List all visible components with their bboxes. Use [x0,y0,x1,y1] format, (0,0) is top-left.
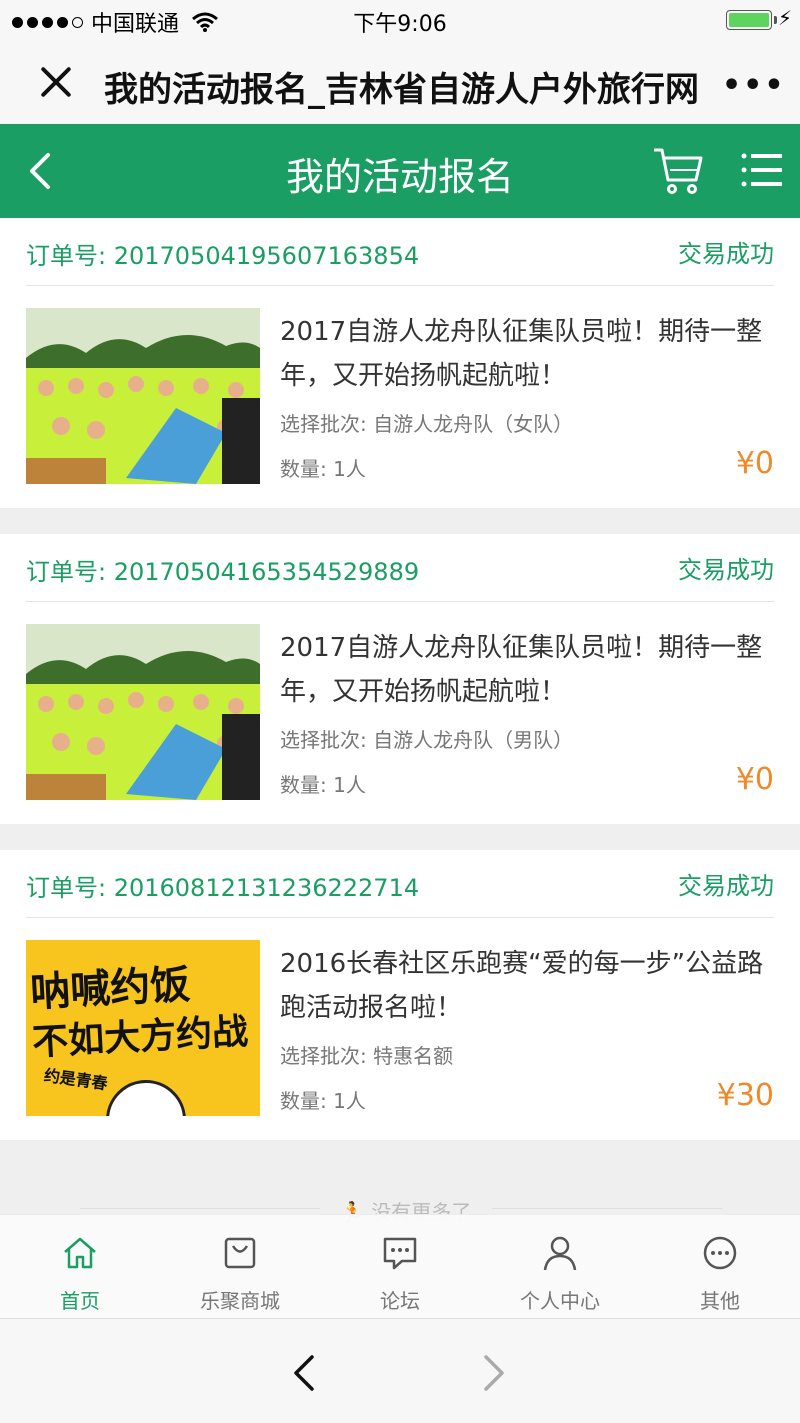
order-header: 订单号: 20170504165354529889 交易成功 [26,534,774,602]
app-header: 我的活动报名 [0,124,800,218]
tab-label: 个人中心 [520,1289,600,1313]
quantity-label: 数量: 1人 [280,773,366,797]
activity-title[interactable]: 2017自游人龙舟队征集队员啦！期待一整年，又开始扬帆起航啦！ [280,310,780,398]
order-number: 订单号: 20170504195607163854 [26,242,420,270]
status-bar: 中国联通 下午9:06 ⚡ [0,0,800,40]
charging-icon: ⚡ [778,6,793,30]
mascot-image [106,1080,186,1116]
cart-icon[interactable] [652,146,704,196]
tab-label: 乐聚商城 [200,1289,280,1313]
close-icon[interactable] [38,64,74,100]
quantity-label: 数量: 1人 [280,457,366,481]
tab-home[interactable]: 首页 [0,1215,160,1319]
order-status: 交易成功 [678,556,774,584]
order-number: 订单号: 20170504165354529889 [26,558,420,586]
order-card[interactable]: 订单号: 20170504195607163854 交易成功 2017自游人龙舟… [0,218,800,508]
activity-thumbnail[interactable] [26,624,260,800]
order-status: 交易成功 [678,240,774,268]
batch-label: 选择批次: 自游人龙舟队（女队） [280,412,574,436]
tab-profile[interactable]: 个人中心 [480,1215,640,1319]
browser-title-bar: 我的活动报名_吉林省自游人户外旅行网 ••• [0,40,800,124]
price: ¥0 [735,762,774,797]
poster-text-line3: 约是青春 [42,1065,109,1094]
shopping-bag-icon [224,1237,256,1269]
home-icon [64,1237,96,1269]
activity-thumbnail[interactable]: 呐喊约饭 不如大方约战 约是青春 [26,940,260,1116]
status-time: 下午9:06 [353,12,447,37]
activity-title[interactable]: 2016长春社区乐跑赛“爱的每一步”公益路跑活动报名啦！ [280,942,780,1030]
chat-icon [383,1237,417,1270]
order-header: 订单号: 20170504195607163854 交易成功 [26,218,774,286]
order-number: 订单号: 20160812131236222714 [26,874,420,902]
order-status: 交易成功 [678,872,774,900]
order-header: 订单号: 20160812131236222714 交易成功 [26,850,774,918]
batch-label: 选择批次: 特惠名额 [280,1044,454,1068]
quantity-label: 数量: 1人 [280,1089,366,1113]
user-icon [543,1236,577,1271]
more-options-icon[interactable]: ••• [722,68,786,103]
tab-label: 其他 [700,1289,740,1313]
tab-label: 首页 [60,1289,100,1313]
tab-label: 论坛 [380,1289,420,1313]
tab-forum[interactable]: 论坛 [320,1215,480,1319]
order-card[interactable]: 订单号: 20160812131236222714 交易成功 呐喊约饭 不如大方… [0,850,800,1140]
poster-text-line2: 不如大方约战 [31,1011,250,1064]
browser-title: 我的活动报名_吉林省自游人户外旅行网 [104,70,699,110]
price: ¥0 [735,446,774,481]
activity-title[interactable]: 2017自游人龙舟队征集队员啦！期待一整年，又开始扬帆起航啦！ [280,626,780,714]
tab-shop[interactable]: 乐聚商城 [160,1215,320,1319]
battery-icon [726,10,777,30]
batch-label: 选择批次: 自游人龙舟队（男队） [280,728,574,752]
bottom-tab-bar: 首页 乐聚商城 论坛 个人中心 其他 [0,1214,800,1318]
price: ¥30 [716,1078,774,1113]
more-circle-icon [703,1236,737,1270]
browser-back-icon[interactable] [288,1353,318,1393]
tab-other[interactable]: 其他 [640,1215,800,1319]
activity-thumbnail[interactable] [26,308,260,484]
browser-nav-bar [0,1318,800,1423]
order-card[interactable]: 订单号: 20170504165354529889 交易成功 2017自游人龙舟… [0,534,800,824]
divider [80,1208,320,1209]
browser-forward-icon[interactable] [480,1353,510,1393]
divider [492,1208,722,1209]
menu-icon[interactable] [740,150,784,190]
